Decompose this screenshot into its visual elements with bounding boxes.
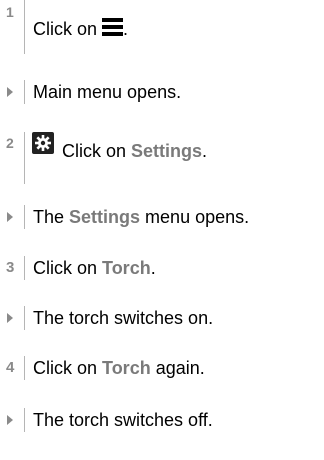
result-text: Main menu opens. — [33, 82, 182, 102]
result-divider — [24, 205, 25, 229]
step-divider — [24, 132, 25, 184]
step-text: Click on Torch again. — [33, 357, 205, 379]
settings-label: Settings — [131, 141, 203, 161]
step-text-part: Click on — [33, 358, 103, 378]
result-text: The torch switches off. — [33, 410, 213, 430]
menu-icon — [102, 18, 124, 37]
result-arrow-icon — [7, 415, 13, 425]
result-text: The torch switches on. — [33, 308, 214, 328]
step-text-part: again. — [150, 358, 205, 378]
settings-label: Settings — [69, 207, 141, 227]
step-text: Click on Torch. — [33, 257, 156, 279]
result-divider — [24, 408, 25, 432]
step-number: 2 — [6, 135, 14, 151]
step-text-part: . — [202, 141, 208, 161]
step-text-part: . — [150, 258, 156, 278]
gear-icon — [32, 132, 54, 154]
step-text-part: Click on — [33, 258, 103, 278]
result-text-part: The — [33, 207, 70, 227]
torch-label: Torch — [102, 258, 151, 278]
result-arrow-icon — [7, 212, 13, 222]
result-divider — [24, 80, 25, 104]
step-number: 1 — [6, 4, 14, 20]
step-text-part: Click on — [62, 141, 132, 161]
torch-label: Torch — [102, 358, 151, 378]
step-text: Click on . — [33, 18, 128, 40]
step-number: 4 — [6, 359, 15, 376]
step-divider — [24, 356, 25, 380]
result-divider — [24, 306, 25, 330]
result-arrow-icon — [7, 87, 13, 97]
step-text-part: . — [123, 19, 129, 39]
step-divider — [24, 256, 25, 280]
step-text: Click on Settings. — [62, 140, 207, 162]
result-text: The Settings menu opens. — [33, 206, 249, 228]
step-divider — [24, 0, 25, 54]
step-text-part: Click on — [33, 19, 103, 39]
result-text-part: menu opens. — [140, 207, 250, 227]
step-number: 3 — [6, 259, 15, 276]
result-arrow-icon — [7, 313, 13, 323]
